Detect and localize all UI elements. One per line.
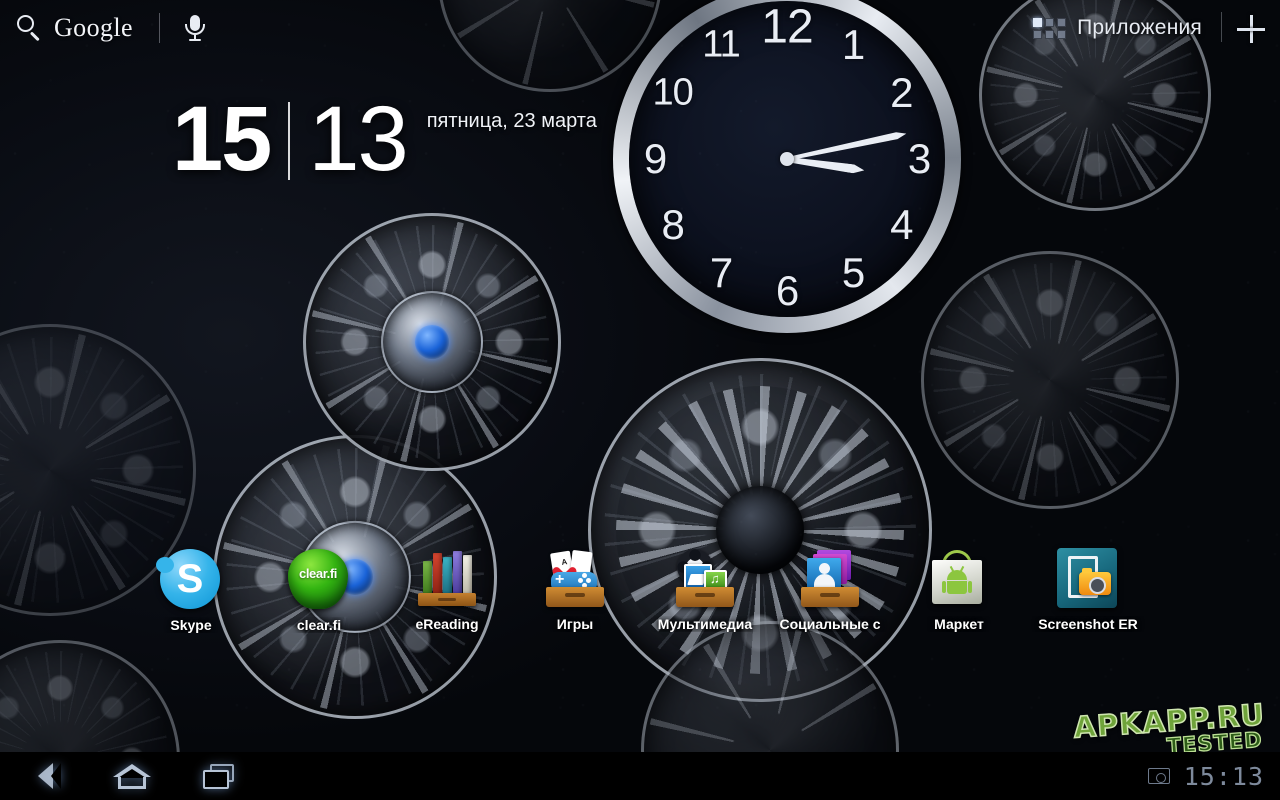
app-shortcut-row: Skype clear.fi clear.fi eReading xyxy=(0,548,1280,644)
clearfi-icon: clear.fi xyxy=(288,549,350,611)
app-label: Мультимедиа xyxy=(657,616,753,632)
multimedia-folder-icon xyxy=(674,548,736,610)
app-label: Игры xyxy=(556,616,594,632)
search-icon[interactable] xyxy=(14,13,44,43)
microphone-icon[interactable] xyxy=(182,13,208,43)
app-shortcut-screenshot-er[interactable]: Screenshot ER xyxy=(1028,548,1148,632)
app-shortcut-skype[interactable]: Skype xyxy=(131,548,251,633)
app-folder-social[interactable]: Социальные с xyxy=(770,548,890,632)
apps-button-label: Приложения xyxy=(1077,16,1202,39)
top-bar: Google Приложения xyxy=(0,0,1280,56)
clock-hours: 15 xyxy=(172,88,272,190)
screenshot-camera-icon[interactable] xyxy=(1147,768,1170,784)
back-chevron-icon[interactable] xyxy=(22,760,66,792)
apps-grid-icon xyxy=(1033,17,1067,39)
games-folder-icon: A xyxy=(544,548,606,610)
clock-date: пятница, 23 марта xyxy=(426,110,597,132)
nav-button-group xyxy=(0,760,242,792)
digital-clock-widget[interactable]: 15 13 пятница, 23 марта xyxy=(172,88,597,190)
recent-apps-icon[interactable] xyxy=(198,760,242,792)
app-folder-games[interactable]: A Игры xyxy=(515,548,635,632)
top-bar-divider xyxy=(1221,12,1222,42)
social-folder-icon xyxy=(799,548,861,610)
google-search-widget[interactable]: Google xyxy=(14,8,208,48)
system-navigation-bar: 15:13 xyxy=(0,752,1280,800)
add-widget-button[interactable] xyxy=(1236,14,1266,44)
android-market-icon xyxy=(928,548,990,610)
app-label: eReading xyxy=(415,616,479,632)
ereading-books-icon xyxy=(416,548,478,610)
home-screen: 1 2 3 4 5 6 7 8 9 10 11 12 Google Приложения xyxy=(0,0,1280,800)
skype-icon xyxy=(156,549,222,611)
clearfi-icon-text: clear.fi xyxy=(299,566,337,581)
google-logo-text: Google xyxy=(54,13,133,42)
app-label: Маркет xyxy=(934,616,984,632)
app-label: clear.fi xyxy=(296,617,342,633)
screenshot-er-icon xyxy=(1057,548,1119,610)
apps-button[interactable]: Приложения xyxy=(1033,10,1202,46)
app-shortcut-clearfi[interactable]: clear.fi clear.fi xyxy=(259,548,379,633)
status-bar-clock[interactable]: 15:13 xyxy=(1184,762,1264,791)
app-label: Социальные с xyxy=(779,616,881,632)
app-folder-multimedia[interactable]: Мультимедиа xyxy=(645,548,765,632)
app-shortcut-ereading[interactable]: eReading xyxy=(387,548,507,632)
search-divider xyxy=(158,13,160,43)
app-label: Skype xyxy=(170,617,212,633)
app-shortcut-market[interactable]: Маркет xyxy=(899,548,1019,632)
status-group: 15:13 xyxy=(1147,762,1264,791)
home-icon[interactable] xyxy=(110,760,154,792)
app-label: Screenshot ER xyxy=(1038,616,1138,632)
clock-minutes: 13 xyxy=(308,88,408,190)
